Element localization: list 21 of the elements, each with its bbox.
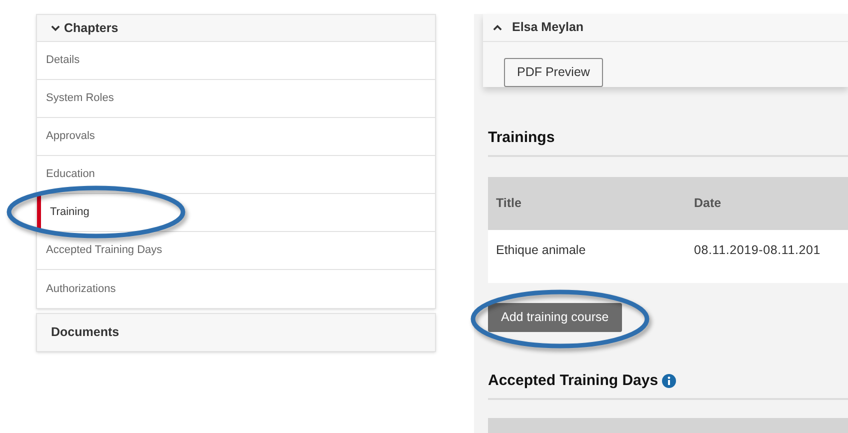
chapter-item[interactable]: Details [37, 42, 435, 80]
chapters-header[interactable]: Chapters [37, 15, 435, 42]
chevron-down-icon [51, 24, 60, 32]
table-cell-text: Ethique animale [495, 242, 587, 259]
chapter-item[interactable]: Education [37, 156, 435, 194]
section-heading: Accepted Training Days [488, 370, 658, 390]
info-icon [662, 374, 676, 388]
chevron-up-icon [493, 24, 502, 31]
section-heading: Trainings [488, 127, 848, 156]
chapter-item[interactable]: Approvals [37, 118, 435, 156]
add-training-button[interactable]: Add training course [488, 302, 622, 332]
chapter-item[interactable]: System Roles [37, 80, 435, 118]
documents-header[interactable]: Documents [36, 313, 436, 352]
chapter-item[interactable]: Training [37, 194, 435, 232]
person-header[interactable]: Elsa Meylan [483, 14, 848, 42]
chapter-item[interactable]: Accepted Training Days [37, 232, 435, 270]
pdf-preview-button[interactable]: PDF Preview [504, 58, 603, 87]
column-header: Title [495, 194, 522, 212]
chapter-item[interactable]: Authorizations [37, 270, 435, 308]
table-cell-text: 08.11.2019-08.11.201 [694, 242, 820, 258]
column-header: Date [694, 194, 722, 212]
